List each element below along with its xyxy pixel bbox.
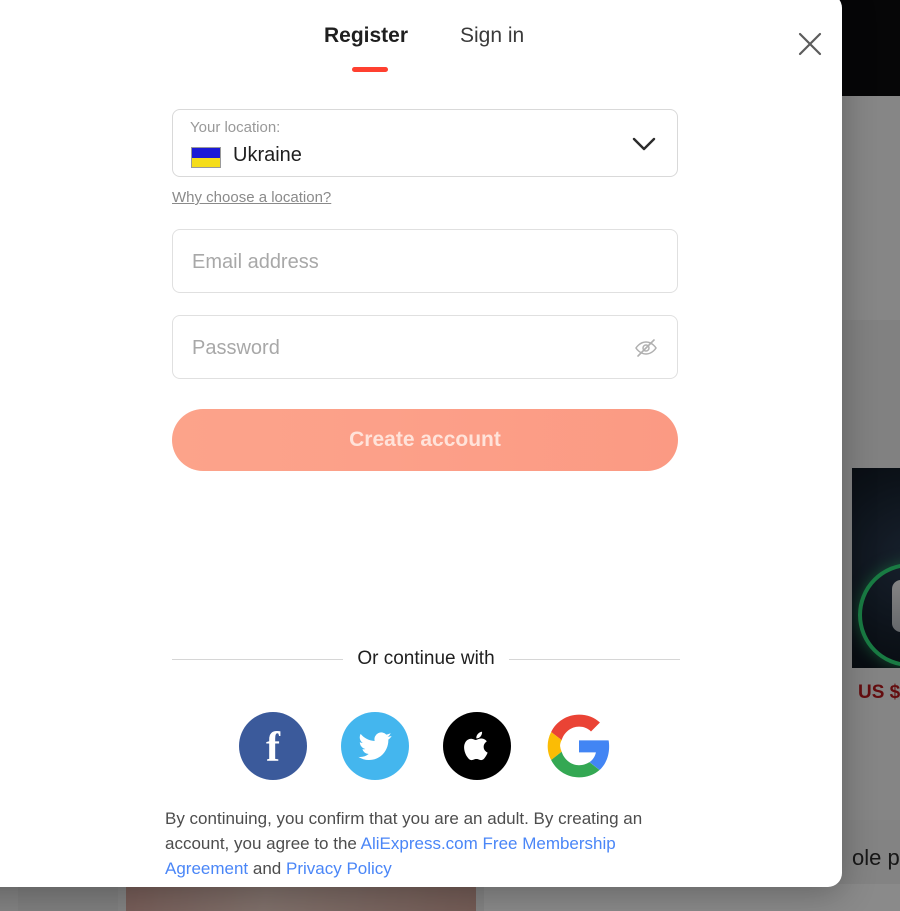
chevron-down-icon <box>631 134 657 159</box>
location-select-value: Ukraine <box>233 144 302 166</box>
tab-signin[interactable]: Sign in <box>458 20 526 52</box>
social-divider: Or continue with <box>172 648 681 670</box>
legal-part-2: and <box>248 859 286 878</box>
google-icon[interactable] <box>545 712 613 780</box>
auth-tabs: Register Sign in <box>0 20 842 76</box>
screen: otector uperD B Get a % O ping US $ ole … <box>0 0 900 911</box>
facebook-icon[interactable]: f <box>239 712 307 780</box>
tab-active-indicator <box>352 67 388 72</box>
location-select-label: Your location: <box>190 119 281 136</box>
email-input[interactable] <box>190 230 634 294</box>
password-input[interactable] <box>190 316 634 380</box>
auth-modal: Register Sign in Your location: Ukraine … <box>0 0 842 887</box>
facebook-glyph: f <box>266 725 280 771</box>
divider-line-left <box>172 658 344 660</box>
email-field[interactable] <box>172 229 678 294</box>
password-field[interactable] <box>172 315 678 380</box>
social-login-row: f <box>172 712 680 780</box>
location-select[interactable]: Your location: Ukraine <box>172 109 678 177</box>
apple-icon[interactable] <box>443 712 511 780</box>
legal-text: By continuing, you confirm that you are … <box>165 806 677 881</box>
twitter-icon[interactable] <box>341 712 409 780</box>
why-choose-location-link[interactable]: Why choose a location? <box>172 189 331 206</box>
divider-label: Or continue with <box>357 648 495 669</box>
eye-off-icon[interactable] <box>634 336 658 360</box>
privacy-policy-link[interactable]: Privacy Policy <box>286 859 392 878</box>
close-icon[interactable] <box>792 26 828 62</box>
divider-line-right <box>508 658 681 660</box>
create-account-button[interactable]: Create account <box>172 409 678 471</box>
auth-modal-content: Register Sign in Your location: Ukraine … <box>0 0 842 887</box>
ukraine-flag-icon <box>191 147 221 168</box>
register-form: Your location: Ukraine Why choose a loca… <box>172 109 680 471</box>
tab-register[interactable]: Register <box>322 20 410 52</box>
